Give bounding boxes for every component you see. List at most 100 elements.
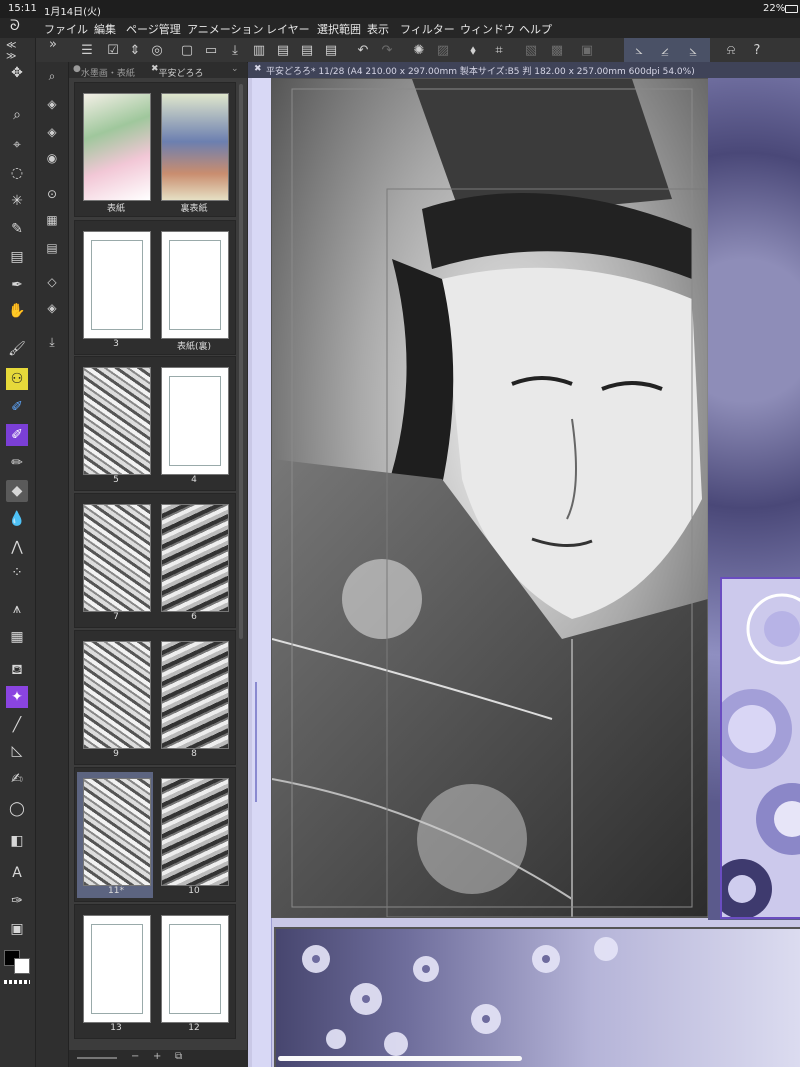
page-thumbnail-left[interactable] bbox=[83, 93, 151, 201]
document-tab[interactable]: ✖ 平安どろろ* 11/28 (A4 210.00 x 297.00mm 製本サ… bbox=[248, 62, 800, 78]
balloon-icon[interactable]: ◯ bbox=[6, 798, 28, 820]
tab-ink-cover[interactable]: ● 水墨画・表紙 bbox=[73, 64, 135, 79]
clear-icon[interactable]: ▨ bbox=[432, 40, 454, 60]
layers-icon[interactable]: ◈ bbox=[42, 298, 62, 318]
loading-icon[interactable]: ✺ bbox=[408, 40, 430, 60]
menu-help[interactable]: ヘルプ bbox=[519, 21, 552, 37]
learn-icon[interactable]: ⍾ bbox=[720, 40, 742, 60]
new-document-icon[interactable]: ▢ bbox=[176, 40, 198, 60]
help-icon[interactable]: ? bbox=[746, 40, 768, 60]
stack-icon[interactable]: ◇ bbox=[42, 272, 62, 292]
page-thumbnail-right[interactable] bbox=[161, 504, 229, 612]
brush-icon[interactable]: 🖌 bbox=[6, 338, 28, 360]
figure-icon[interactable]: ◺ bbox=[6, 740, 28, 762]
redo-icon[interactable]: ↷ bbox=[376, 40, 398, 60]
menu-window[interactable]: ウィンドウ bbox=[460, 21, 515, 37]
layer-group-icon[interactable]: ⊙ bbox=[42, 184, 62, 204]
zoom-out-button[interactable]: − bbox=[131, 1051, 139, 1062]
page-spread[interactable]: 54 bbox=[74, 356, 236, 491]
page-thumbnail-left[interactable] bbox=[83, 915, 151, 1023]
snap-ruler-icon[interactable]: ⦣ bbox=[628, 40, 650, 60]
layer-grid-icon[interactable]: ▦ bbox=[42, 210, 62, 230]
blend-icon[interactable]: 💧 bbox=[6, 508, 28, 530]
panel-scrollbar[interactable] bbox=[239, 84, 243, 639]
export-bmp-icon[interactable]: ▤ bbox=[320, 40, 342, 60]
page-spread[interactable]: 98 bbox=[74, 630, 236, 765]
invert-icon[interactable]: ▩ bbox=[546, 40, 568, 60]
zoom-icon[interactable]: ⌕ bbox=[6, 104, 28, 126]
layer-add-icon[interactable]: ◈ bbox=[42, 94, 62, 114]
search-icon[interactable]: ⌕ bbox=[42, 66, 62, 86]
export-psd-icon[interactable]: ▥ bbox=[248, 40, 270, 60]
zoom-in-button[interactable]: + bbox=[153, 1051, 161, 1062]
hand-icon[interactable]: ✋ bbox=[6, 300, 28, 322]
pencil-purple-icon[interactable]: ✐ bbox=[6, 424, 28, 446]
pencil-blue-icon[interactable]: ✐ bbox=[6, 396, 28, 418]
spray-icon[interactable]: ⁘ bbox=[6, 562, 28, 584]
menu-selection[interactable]: 選択範囲 bbox=[317, 21, 361, 37]
pen-eyedrop-icon[interactable]: ✎ bbox=[6, 218, 28, 240]
menu-page-management[interactable]: ページ管理 bbox=[126, 21, 181, 37]
page-spread[interactable]: 3 表紙(裏) bbox=[74, 220, 236, 355]
menu-view[interactable]: 表示 bbox=[367, 21, 389, 37]
film-icon[interactable]: ▤ bbox=[42, 238, 62, 258]
frame-shape-icon[interactable]: ▣ bbox=[6, 918, 28, 940]
updown-icon[interactable]: ⇕ bbox=[124, 40, 146, 60]
fill-pattern-icon[interactable]: ⚇ bbox=[6, 368, 28, 390]
frame-icon[interactable]: ▦ bbox=[6, 626, 28, 648]
layer-merge-icon[interactable]: ◉ bbox=[42, 148, 62, 168]
page-view-icon[interactable]: ⧉ bbox=[175, 1051, 182, 1062]
page-thumbnail-right[interactable] bbox=[161, 93, 229, 201]
pen-icon[interactable]: ✏ bbox=[6, 452, 28, 474]
page-thumbnail-right[interactable] bbox=[161, 641, 229, 749]
pen-curve-icon[interactable]: ✍ bbox=[6, 768, 28, 790]
bucket-icon[interactable]: ⛾ bbox=[6, 660, 28, 682]
menu-animation[interactable]: アニメーション bbox=[187, 21, 264, 37]
page-thumbnail-left[interactable] bbox=[83, 367, 151, 475]
edit-box-icon[interactable]: ☑ bbox=[102, 40, 124, 60]
line-icon[interactable]: ╱ bbox=[6, 714, 28, 736]
fill-icon[interactable]: ✑ bbox=[6, 890, 28, 912]
tab-heian-dororo[interactable]: ✖ 平安どろろ bbox=[151, 64, 204, 79]
magic-wand-icon[interactable]: ✳ bbox=[6, 190, 28, 212]
open-folder-icon[interactable]: ▭ bbox=[200, 40, 222, 60]
transparent-color-icon[interactable] bbox=[4, 980, 30, 984]
lasso-icon[interactable]: ◌ bbox=[6, 162, 28, 184]
page-thumbnail-left[interactable] bbox=[83, 778, 151, 886]
move-icon[interactable]: ✥ bbox=[6, 62, 28, 84]
eyedropper-icon[interactable]: ✒ bbox=[6, 274, 28, 296]
undo-icon[interactable]: ↶ bbox=[352, 40, 374, 60]
crop-icon[interactable]: ⌗ bbox=[488, 40, 510, 60]
export-png-icon[interactable]: ▤ bbox=[296, 40, 318, 60]
menu-edit[interactable]: 編集 bbox=[94, 21, 116, 37]
gradient-icon[interactable]: ◧ bbox=[6, 830, 28, 852]
page-spread[interactable]: 76 bbox=[74, 493, 236, 628]
page-thumbnail-right[interactable] bbox=[161, 778, 229, 886]
page-spread[interactable]: 13 12 bbox=[74, 904, 236, 1039]
save-icon[interactable]: ⤓ bbox=[224, 40, 246, 60]
page-thumbnail-left[interactable] bbox=[83, 641, 151, 749]
layer-copy-icon[interactable]: ◈ bbox=[42, 122, 62, 142]
text-icon[interactable]: A bbox=[6, 862, 28, 884]
canvas-area[interactable]: ✖ 平安どろろ* 11/28 (A4 210.00 x 297.00mm 製本サ… bbox=[248, 62, 800, 1067]
page-thumbnail-left[interactable] bbox=[83, 504, 151, 612]
app-logo-icon[interactable]: ᘐ bbox=[10, 18, 20, 34]
sparkle-icon[interactable]: ✦ bbox=[6, 686, 28, 708]
page-spread[interactable]: 11* 10 bbox=[74, 767, 236, 902]
tab-menu-chevron-icon[interactable]: ⌄ bbox=[231, 64, 239, 74]
decoration-icon[interactable]: ⩚ bbox=[6, 598, 28, 620]
menu-filter[interactable]: フィルター bbox=[400, 21, 455, 37]
fill-icon[interactable]: ⬧ bbox=[462, 40, 484, 60]
sub-color-swatch[interactable] bbox=[14, 958, 30, 974]
collapse-arrows-icon[interactable]: ≪ ≫ bbox=[6, 40, 28, 62]
home-indicator[interactable] bbox=[278, 1056, 522, 1061]
collapse-arrows-icon[interactable]: » bbox=[42, 34, 64, 54]
export-jpg-icon[interactable]: ▤ bbox=[272, 40, 294, 60]
object-select-icon[interactable]: ⌖ bbox=[6, 134, 28, 156]
page-spread[interactable]: 表紙 裏表紙 bbox=[74, 82, 236, 217]
layer-move-icon[interactable]: ▤ bbox=[6, 246, 28, 268]
zoom-slider[interactable] bbox=[77, 1057, 117, 1059]
deselect-icon[interactable]: ▧ bbox=[520, 40, 542, 60]
menu-layer[interactable]: レイヤー bbox=[266, 21, 310, 37]
close-tab-icon[interactable]: ✖ bbox=[254, 64, 262, 74]
